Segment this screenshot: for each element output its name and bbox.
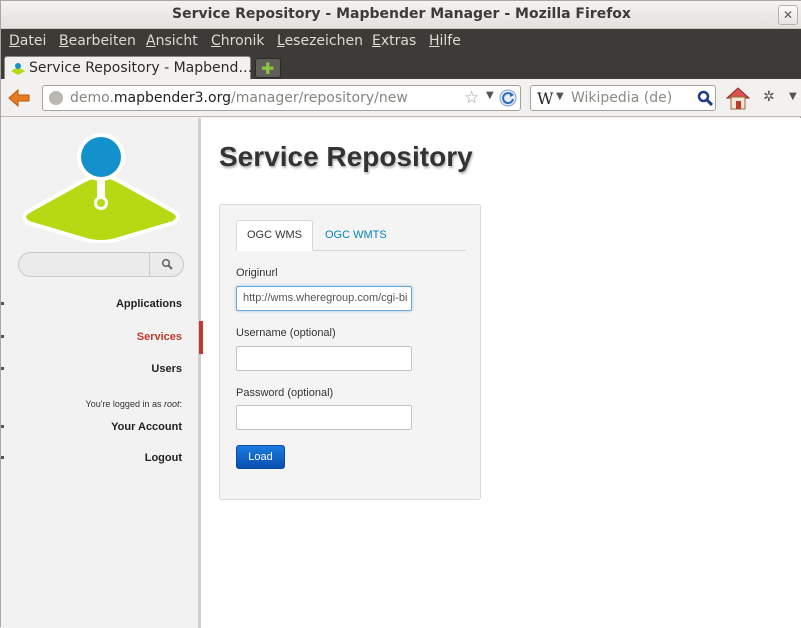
service-type-tabs: OGC WMS OGC WMTS <box>236 220 466 251</box>
load-button[interactable]: Load <box>236 445 285 469</box>
menu-bearbeiten[interactable]: Bearbeiten <box>59 33 136 49</box>
search-icon[interactable] <box>161 258 173 270</box>
title-bar: Service Repository - Mapbender Manager -… <box>1 1 801 29</box>
tab-service-repository[interactable]: Service Repository - Mapbend… <box>4 56 253 80</box>
history-dropdown-icon[interactable]: ▼ <box>486 90 494 101</box>
menu-datei[interactable]: Datei <box>9 33 46 49</box>
new-tab-button[interactable]: ✚ <box>255 58 281 78</box>
menu-lesezeichen[interactable]: Lesezeichen <box>277 33 363 49</box>
bullet-icon <box>1 456 4 459</box>
sidebar-search <box>18 252 184 277</box>
originurl-label: Originurl <box>236 267 278 279</box>
sidebar: Applications Services Users You're logge… <box>1 118 201 628</box>
username-label: Username (optional) <box>236 327 336 339</box>
sidebar-item-users[interactable]: Users <box>151 363 182 375</box>
your-account-link[interactable]: Your Account <box>111 421 182 433</box>
menu-hilfe[interactable]: Hilfe <box>429 33 461 49</box>
password-input[interactable] <box>236 405 412 430</box>
logout-link[interactable]: Logout <box>145 452 182 464</box>
bookmark-star-icon[interactable]: ☆ <box>464 88 479 108</box>
back-arrow-icon[interactable] <box>7 88 31 108</box>
sidebar-item-applications[interactable]: Applications <box>116 298 182 310</box>
sidebar-item-services[interactable]: Services <box>137 331 182 343</box>
originurl-input[interactable]: http://wms.wheregroup.com/cgi-bi <box>236 286 412 311</box>
bullet-icon <box>1 335 4 338</box>
search-icon[interactable] <box>697 90 713 106</box>
search-bar[interactable]: W ▼ Wikipedia (de) <box>530 85 716 111</box>
menu-chronik[interactable]: Chronik <box>211 33 265 49</box>
addon-bug-icon[interactable]: ✲ <box>763 89 775 105</box>
logged-in-user: root <box>163 399 180 409</box>
password-label: Password (optional) <box>236 387 334 399</box>
menu-ansicht[interactable]: Ansicht <box>146 33 198 49</box>
tab-bar: Service Repository - Mapbend… ✚ <box>1 55 801 80</box>
service-form-panel: OGC WMS OGC WMTS Originurl http://wms.wh… <box>219 204 481 500</box>
bullet-icon <box>1 302 4 305</box>
close-window-button[interactable]: ✕ <box>778 5 798 25</box>
logged-in-text: You're logged in as root: <box>85 399 182 409</box>
bullet-icon <box>1 425 4 428</box>
tab-ogc-wmts[interactable]: OGC WMTS <box>325 220 387 251</box>
browser-window: Service Repository - Mapbender Manager -… <box>0 0 801 628</box>
tab-ogc-wms[interactable]: OGC WMS <box>236 220 313 251</box>
page-title: Service Repository <box>219 141 473 172</box>
wikipedia-icon[interactable]: W <box>537 89 553 108</box>
username-input[interactable] <box>236 346 412 371</box>
menu-bar: Datei Bearbeiten Ansicht Chronik Lesezei… <box>1 29 801 55</box>
home-icon[interactable] <box>725 86 751 110</box>
bullet-icon <box>1 367 4 370</box>
url-text[interactable]: demo.mapbender3.org/manager/repository/n… <box>70 90 408 106</box>
toolbar-more-icon[interactable]: ▼ <box>789 91 797 102</box>
mapbender-favicon-icon <box>11 63 25 75</box>
reload-icon[interactable] <box>499 89 517 107</box>
tab-label: Service Repository - Mapbend… <box>29 60 253 76</box>
main-area: Service Repository OGC WMS OGC WMTS Orig… <box>204 118 801 628</box>
page-content: Applications Services Users You're logge… <box>1 118 801 628</box>
menu-extras[interactable]: Extras <box>372 33 416 49</box>
address-bar[interactable]: demo.mapbender3.org/manager/repository/n… <box>42 85 521 111</box>
mapbender-logo-icon <box>22 133 180 243</box>
sidebar-search-input[interactable] <box>19 253 150 276</box>
navigation-toolbar: demo.mapbender3.org/manager/repository/n… <box>1 79 801 117</box>
globe-icon <box>49 91 63 105</box>
search-engine-dropdown-icon[interactable]: ▼ <box>556 91 564 102</box>
plus-icon: ✚ <box>261 59 275 78</box>
active-nav-indicator <box>199 321 203 354</box>
search-placeholder: Wikipedia (de) <box>571 90 673 106</box>
window-title: Service Repository - Mapbender Manager -… <box>172 6 631 22</box>
